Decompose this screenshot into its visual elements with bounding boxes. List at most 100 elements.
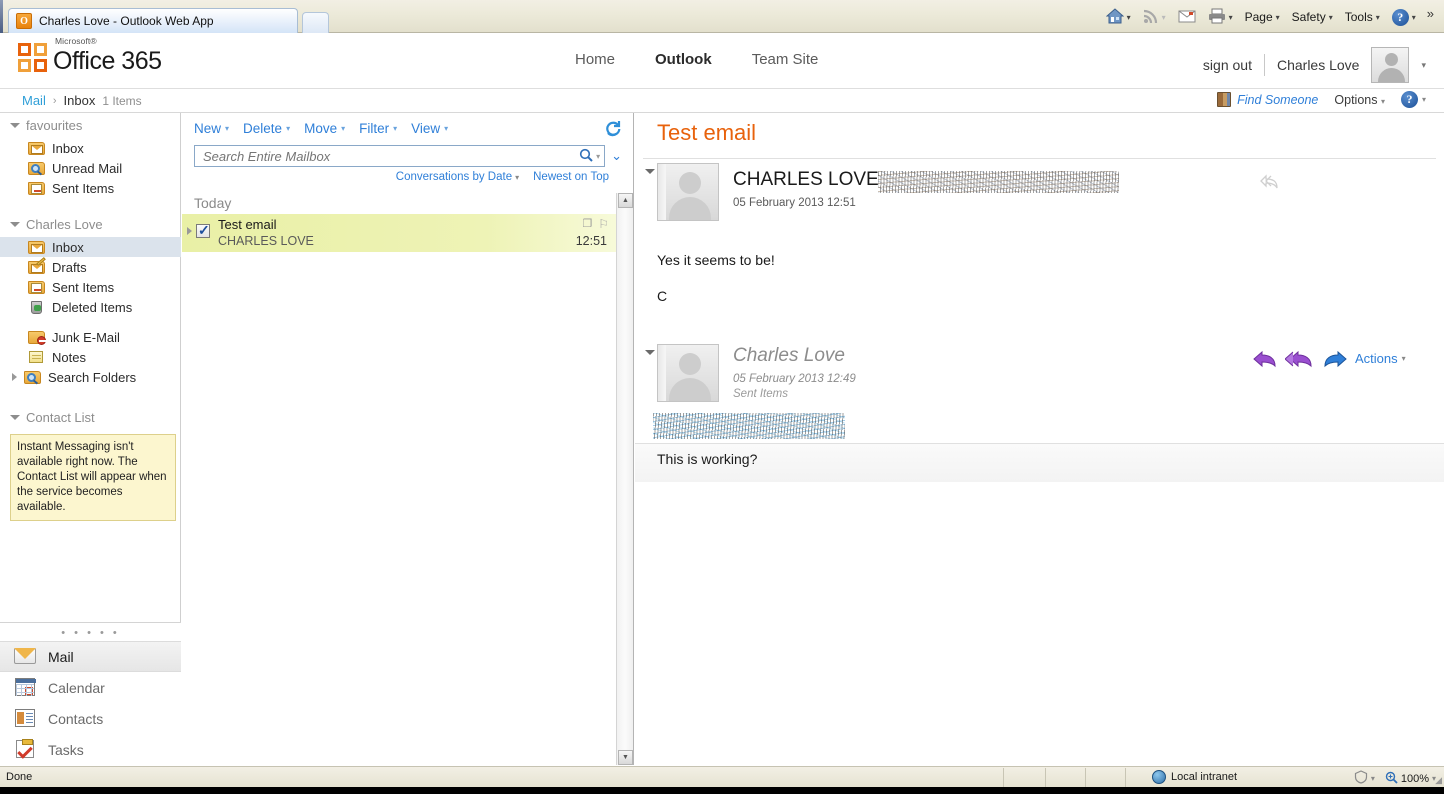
contact-list-group-label: Contact List [26, 410, 95, 425]
help-button[interactable]: ? ▾ [1400, 91, 1426, 108]
search-icon[interactable] [576, 148, 596, 165]
status-text: Done [6, 771, 33, 783]
message-checkbox[interactable] [196, 222, 210, 239]
sign-out-link[interactable]: sign out [1203, 57, 1252, 73]
chevron-down-icon[interactable]: ▾ [596, 152, 600, 161]
delete-button[interactable]: Delete ▾ [243, 121, 290, 136]
view-button[interactable]: View ▾ [411, 121, 448, 136]
feeds-icon [1143, 8, 1159, 26]
expand-triangle-icon[interactable] [12, 373, 17, 381]
options-menu-button[interactable]: Options ▾ [1334, 93, 1385, 107]
folder-tree: favourites Inbox Unread Mail Sent Items … [0, 113, 181, 387]
list-group-header: Today [194, 195, 232, 211]
message-subject: Test email [218, 217, 277, 232]
read-mail-button[interactable] [1173, 6, 1201, 28]
refresh-icon[interactable] [604, 120, 622, 138]
sidebar-item-junk-email[interactable]: Junk E-Mail [0, 327, 181, 347]
module-contacts[interactable]: Contacts [0, 703, 181, 734]
folder-mail-icon [28, 141, 45, 155]
top-nav-home[interactable]: Home [575, 51, 615, 68]
divider [643, 158, 1436, 159]
new-button[interactable]: New ▾ [194, 121, 229, 136]
security-zone[interactable]: Local intranet [1152, 770, 1237, 784]
zoom-control[interactable]: 100% ▾ [1385, 771, 1436, 787]
mail-icon [1178, 9, 1196, 25]
favourites-group-header[interactable]: favourites [0, 113, 181, 138]
sidebar-item-inbox[interactable]: Inbox [0, 237, 181, 257]
browser-help-button[interactable]: ? ▾ [1387, 6, 1421, 29]
home-button[interactable]: ▾ [1101, 5, 1136, 29]
help-icon: ? [1391, 8, 1409, 26]
module-resize-grip[interactable]: • • • • • [0, 623, 181, 641]
sort-primary-button[interactable]: Conversations by Date ▾ [396, 171, 519, 183]
flag-icon[interactable]: ⚐ [598, 217, 609, 231]
folder-label: Inbox [52, 239, 84, 255]
chevron-down-icon: ▾ [341, 124, 346, 133]
collapse-message-icon[interactable] [645, 169, 655, 174]
view-label: View [411, 121, 441, 136]
find-someone-link[interactable]: Find Someone [1217, 92, 1318, 107]
move-button[interactable]: Move ▾ [304, 121, 345, 136]
sidebar-item-deleted-items[interactable]: Deleted Items [0, 297, 181, 317]
reply-all-icon[interactable] [1259, 173, 1281, 191]
page-menu-button[interactable]: Page ▾ [1240, 7, 1285, 27]
sort-primary-label: Conversations by Date [395, 171, 513, 183]
resize-grip[interactable]: ◢ [1435, 775, 1442, 786]
module-mail[interactable]: Mail [0, 641, 181, 672]
find-someone-label: Find Someone [1237, 92, 1319, 107]
message-status-icons: ❐ ⚐ [582, 217, 609, 231]
sub-header: Mail › Inbox 1 Items Find Someone Option… [0, 89, 1444, 113]
sort-secondary-label: Newest on Top [533, 171, 609, 183]
browser-chrome: O Charles Love - Outlook Web App ▾ ▾ ▾ P… [0, 0, 1444, 33]
folder-label: Inbox [52, 140, 84, 156]
scroll-up-icon[interactable]: ▲ [618, 193, 633, 208]
contact-list-group-header[interactable]: Contact List [0, 405, 181, 430]
sort-secondary-button[interactable]: Newest on Top [533, 171, 609, 183]
chevron-down-icon: ▾ [1275, 12, 1280, 22]
chevron-down-icon[interactable]: ▾ [1421, 60, 1426, 71]
reply-all-icon[interactable] [1285, 349, 1313, 368]
search-input[interactable] [201, 147, 577, 165]
actions-menu-button[interactable]: Actions ▾ [1355, 351, 1406, 366]
forward-icon[interactable] [1323, 349, 1347, 368]
search-box[interactable]: ▾ [194, 145, 606, 167]
sidebar-item-notes[interactable]: Notes [0, 347, 181, 367]
avatar[interactable] [1371, 47, 1410, 83]
protected-mode-button[interactable]: ▾ [1354, 770, 1375, 787]
new-tab-button[interactable] [302, 12, 329, 33]
list-item[interactable]: Test email CHARLES LOVE 12:51 ❐ ⚐ [182, 214, 617, 252]
reply-icon[interactable] [1253, 349, 1276, 368]
expand-search-icon[interactable]: ⌄ [611, 148, 622, 164]
favourite-inbox[interactable]: Inbox [0, 138, 181, 158]
module-calendar[interactable]: Calendar [0, 672, 181, 703]
breadcrumb-mail-link[interactable]: Mail [22, 93, 46, 108]
scroll-down-icon[interactable]: ▼ [618, 750, 633, 765]
help-icon: ? [1400, 91, 1418, 108]
toolbar-overflow-button[interactable]: » [1423, 6, 1438, 29]
filter-button[interactable]: Filter ▾ [359, 121, 397, 136]
top-navigation: Home Outlook Team Site [575, 51, 818, 68]
safety-menu-button[interactable]: Safety ▾ [1287, 7, 1338, 27]
message-list-scrollbar[interactable]: ▲ ▼ [616, 193, 633, 765]
expand-conversation-icon[interactable] [187, 227, 192, 235]
mailbox-group-header[interactable]: Charles Love [0, 212, 181, 237]
favourite-sent-items[interactable]: Sent Items [0, 178, 181, 198]
tasks-module-icon [14, 739, 36, 759]
message-sender-name: CHARLES LOVE [733, 169, 879, 190]
top-nav-outlook[interactable]: Outlook [655, 51, 712, 68]
sidebar-item-search-folders[interactable]: Search Folders [0, 367, 181, 387]
options-label: Options [1334, 92, 1378, 107]
collapse-message-icon[interactable] [645, 350, 655, 355]
favourite-unread-mail[interactable]: Unread Mail [0, 158, 181, 178]
module-tasks[interactable]: Tasks [0, 734, 181, 765]
top-nav-team-site[interactable]: Team Site [752, 51, 819, 68]
module-label: Contacts [48, 710, 104, 727]
folder-search-icon [28, 161, 45, 175]
sidebar-item-drafts[interactable]: Drafts [0, 257, 181, 277]
sidebar-item-sent-items[interactable]: Sent Items [0, 277, 181, 297]
feeds-button[interactable]: ▾ [1138, 5, 1171, 29]
print-button[interactable]: ▾ [1203, 5, 1238, 29]
folder-sent-icon [28, 280, 45, 294]
browser-tab[interactable]: O Charles Love - Outlook Web App [8, 8, 298, 33]
tools-menu-button[interactable]: Tools ▾ [1340, 7, 1385, 27]
